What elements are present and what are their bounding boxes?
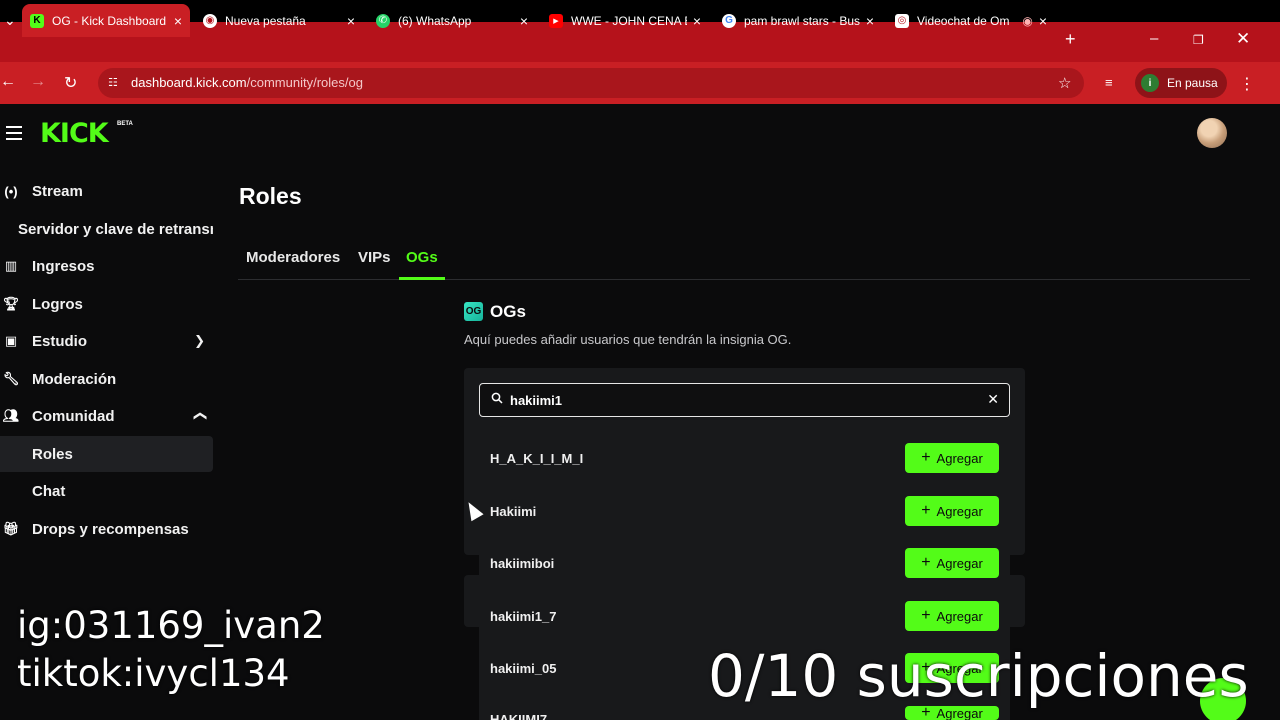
- broadcast-icon: (•): [4, 183, 18, 199]
- wrench-icon: 🔧︎: [2, 371, 20, 386]
- browser-tab[interactable]: ▶ WWE - JOHN CENA E ×: [541, 4, 709, 37]
- search-icon: [491, 392, 503, 404]
- search-value: hakiimi1: [510, 393, 563, 408]
- section-description: Aquí puedes añadir usuarios que tendrán …: [464, 332, 792, 347]
- result-username: hakiimi_05: [490, 661, 557, 676]
- plus-icon: +: [921, 502, 931, 519]
- result-username: Hakiimi: [490, 504, 537, 519]
- close-icon[interactable]: ×: [866, 13, 874, 29]
- sidebar-item-logros[interactable]: 🏆︎ Logros: [0, 286, 213, 322]
- result-username: hakiimiboi: [490, 556, 555, 571]
- sidebar-item-estudio[interactable]: ▣ Estudio ❯: [0, 323, 213, 359]
- chrome-icon: ◉: [203, 13, 217, 28]
- restore-button[interactable]: ❐: [1193, 33, 1204, 47]
- browser-tab[interactable]: G pam brawl stars - Bus ×: [714, 4, 882, 37]
- trophy-icon: 🏆︎: [2, 296, 20, 311]
- result-username: hakiimi1_7: [490, 609, 557, 624]
- roles-tabs: Moderadores VIPs OGs: [238, 244, 1250, 280]
- sidebar-item-chat[interactable]: Chat: [0, 473, 213, 509]
- tab-ogs[interactable]: OGs: [406, 249, 438, 266]
- close-icon[interactable]: ×: [520, 13, 528, 29]
- og-badge-icon: OG: [464, 302, 483, 321]
- new-tab-button[interactable]: +: [1065, 29, 1076, 50]
- browser-tab[interactable]: K OG - Kick Dashboard ×: [22, 4, 190, 37]
- google-icon: G: [722, 13, 736, 28]
- youtube-icon: ▶: [549, 13, 563, 28]
- kick-logo[interactable]: KICK: [40, 119, 109, 149]
- user-search-input[interactable]: hakiimi1 ✕: [479, 383, 1010, 417]
- active-tab-indicator: [399, 277, 445, 280]
- url-text[interactable]: dashboard.kick.com/community/roles/og: [131, 75, 363, 90]
- clear-icon[interactable]: ✕: [987, 391, 999, 408]
- tab-dropdown[interactable]: ⌄: [0, 4, 16, 37]
- sidebar-item-stream[interactable]: (•) Stream: [0, 173, 213, 209]
- tab-moderadores[interactable]: Moderadores: [246, 249, 340, 266]
- result-username: HAKIIMI7: [490, 712, 548, 720]
- beta-badge: BETA: [117, 121, 133, 127]
- sidebar-item-comunidad[interactable]: 👥︎ Comunidad ❯: [0, 398, 213, 434]
- add-og-button[interactable]: + Agregar: [905, 443, 999, 473]
- sidebar-item-server-key[interactable]: Servidor y clave de retransm: [0, 211, 213, 247]
- minimize-button[interactable]: –: [1150, 30, 1158, 47]
- browser-tab[interactable]: ◎ Videochat de Om ◉ ×: [887, 4, 1055, 37]
- kick-icon: K: [30, 13, 44, 28]
- browser-tab[interactable]: ◉ Nueva pestaña ×: [195, 4, 363, 37]
- plus-icon: +: [921, 554, 931, 571]
- add-og-button[interactable]: + Agregar: [905, 496, 999, 526]
- chevron-up-icon: ❯: [191, 410, 207, 422]
- community-icon: 👥︎: [2, 408, 20, 423]
- tab-vips[interactable]: VIPs: [358, 249, 391, 266]
- instagram-overlay: ig:031169_ivan2: [17, 604, 325, 647]
- media-queue-icon[interactable]: ≡: [1105, 75, 1113, 90]
- sidebar-item-drops[interactable]: 🎁︎ Drops y recompensas: [0, 511, 213, 547]
- whatsapp-icon: ✆: [376, 13, 390, 28]
- sidebar-item-ingresos[interactable]: ▥ Ingresos: [0, 248, 213, 284]
- chevron-down-icon: ❯: [194, 333, 205, 348]
- menu-kebab-icon[interactable]: ⋮: [1239, 74, 1255, 94]
- plus-icon: +: [921, 607, 931, 624]
- sidebar-item-roles[interactable]: Roles: [0, 436, 213, 472]
- subs-counter-overlay: 0/10 suscripciones: [708, 642, 1249, 710]
- omegle-icon: ◎: [895, 13, 909, 28]
- tiktok-overlay: tiktok:ivycl134: [17, 652, 290, 695]
- gift-icon: 🎁︎: [2, 521, 20, 536]
- chevron-down-icon: ⌄: [4, 12, 16, 28]
- close-icon[interactable]: ×: [174, 13, 182, 29]
- reload-icon[interactable]: ↻: [64, 73, 77, 93]
- recording-icon: ◉: [1022, 13, 1033, 28]
- section-title: OGs: [490, 302, 526, 321]
- chart-icon: ▥: [4, 258, 18, 273]
- add-og-button[interactable]: + Agregar: [905, 548, 999, 578]
- page-title: Roles: [239, 183, 302, 209]
- plus-icon: +: [921, 449, 931, 466]
- close-icon[interactable]: ×: [347, 13, 355, 29]
- close-window-button[interactable]: ✕: [1236, 29, 1250, 49]
- add-og-button[interactable]: + Agregar: [905, 601, 999, 631]
- back-icon[interactable]: ←: [0, 73, 16, 91]
- browser-tab[interactable]: ✆ (6) WhatsApp ×: [368, 4, 536, 37]
- forward-icon[interactable]: →: [30, 73, 46, 91]
- studio-icon: ▣: [4, 333, 18, 348]
- sidebar-item-moderacion[interactable]: 🔧︎ Moderación: [0, 361, 213, 397]
- close-icon[interactable]: ×: [1039, 13, 1047, 29]
- bookmark-star-icon[interactable]: ☆: [1058, 74, 1071, 92]
- profile-initial: i: [1141, 74, 1159, 92]
- profile-button[interactable]: i En pausa: [1135, 68, 1227, 98]
- close-icon[interactable]: ×: [693, 13, 701, 29]
- result-username: H_A_K_I_I_M_I: [490, 451, 584, 466]
- site-info-icon[interactable]: ☷: [108, 76, 118, 89]
- user-avatar[interactable]: [1197, 118, 1227, 148]
- hamburger-menu-icon[interactable]: [6, 126, 22, 144]
